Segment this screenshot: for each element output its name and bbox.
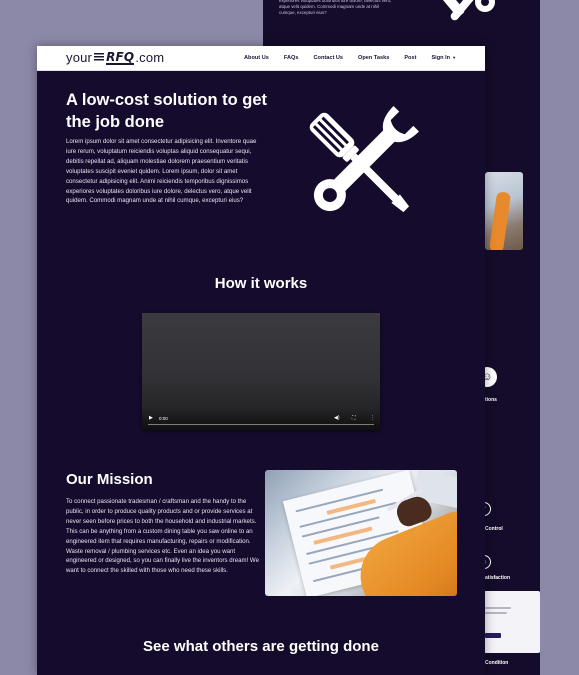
main-page: your RFQ .com About Us FAQs Contact Us O… [37,46,485,675]
background-label-2: Control [485,526,503,532]
video-time: 0:00 [159,416,168,421]
nav-link-about-us[interactable]: About Us [244,55,269,61]
video-controls: ▶ 0:00 ◀) ⛶ ⋮ [142,408,380,430]
nav-link-contact-us[interactable]: Contact Us [313,55,343,61]
background-label-3: atisfaction [485,575,511,581]
how-it-works-title: How it works [214,275,308,292]
sign-in-dropdown[interactable]: Sign In ▼ [431,55,456,61]
nav-link-open-tasks[interactable]: Open Tasks [358,55,389,61]
mission-photo [265,470,457,596]
logo-mark: RFQ [106,49,135,65]
sign-in-label: Sign In [431,55,451,61]
site-logo[interactable]: your RFQ .com [66,50,164,65]
nav-link-faqs[interactable]: FAQs [284,55,299,61]
more-options-icon[interactable]: ⋮ [370,415,375,421]
caret-down-icon: ▼ [452,55,457,60]
logo-suffix: .com [135,50,165,65]
hero-title: A low-cost solution to get the job done [66,91,268,131]
logo-prefix: your [66,50,93,65]
volume-icon[interactable]: ◀) [334,415,340,421]
nav-link-post[interactable]: Post [404,55,416,61]
wrench-screwdriver-icon [421,0,511,31]
video-player[interactable]: ▶ 0:00 ◀) ⛶ ⋮ [142,313,380,430]
navbar: your RFQ .com About Us FAQs Contact Us O… [37,46,485,71]
mission-text: To connect passionate tradesman / crafts… [66,498,259,575]
wrench-screwdriver-icon [291,94,431,239]
nav-links: About Us FAQs Contact Us Open Tasks Post… [244,46,471,70]
play-icon[interactable]: ▶ [149,415,153,421]
others-title: See what others are getting done [143,638,379,655]
fullscreen-icon[interactable]: ⛶ [352,415,356,421]
mission-title: Our Mission [66,471,153,488]
background-label-1: tions [485,397,497,403]
background-label-4: Condition [485,660,509,666]
background-page-text: experiores voluptates doloribus iure dol… [279,0,392,15]
logo-stripes-icon [94,53,105,62]
video-progress-track[interactable] [148,424,374,425]
hero-text: Lorem ipsum dolor sit amet consectetur a… [66,138,257,205]
background-photo [485,172,523,250]
